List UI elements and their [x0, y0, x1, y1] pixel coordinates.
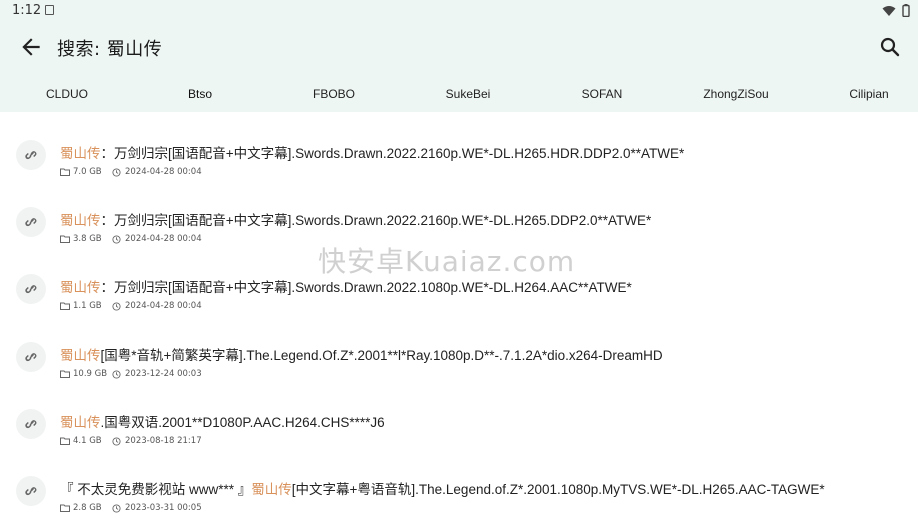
folder-icon: [60, 504, 70, 512]
tab-cilipian[interactable]: Cilipian: [849, 72, 888, 112]
keyword-highlight: 蜀山传: [251, 482, 292, 497]
result-meta: 4.1 GB 2023-08-18 21:17: [60, 436, 202, 446]
link-icon: [16, 342, 46, 372]
clock-icon: [112, 503, 121, 513]
list-item[interactable]: 蜀山传.国粤双语.2001**D1080P.AAC.H264.CHS****J6…: [0, 391, 918, 458]
tab-fbobo[interactable]: FBOBO: [313, 72, 355, 112]
result-meta: 10.9 GB 2023-12-24 00:03: [60, 369, 202, 379]
result-title: 蜀山传：万剑归宗[国语配音+中文字幕].Swords.Drawn.2022.10…: [60, 280, 632, 295]
keyword-highlight: 蜀山传: [60, 348, 101, 363]
keyword-highlight: 蜀山传: [60, 213, 101, 228]
result-title: 蜀山传：万剑归宗[国语配音+中文字幕].Swords.Drawn.2022.21…: [60, 146, 685, 161]
source-tabs: CLDUO Btso FBOBO SukeBei SOFAN ZhongZiSo…: [0, 72, 918, 112]
file-size: 4.1 GB: [73, 436, 102, 446]
upload-date: 2024-04-28 00:04: [125, 301, 202, 311]
upload-date: 2023-03-31 00:05: [125, 503, 202, 513]
link-icon: [16, 140, 46, 170]
clock-icon: [112, 369, 121, 379]
result-title: 蜀山传[国粤*音轨+简繁英字幕].The.Legend.Of.Z*.2001**…: [60, 348, 663, 363]
result-meta: 3.8 GB 2024-04-28 00:04: [60, 234, 202, 244]
tab-sukebei[interactable]: SukeBei: [446, 72, 491, 112]
upload-date: 2024-04-28 00:04: [125, 234, 202, 244]
file-size: 1.1 GB: [73, 301, 102, 311]
status-bar: 1:12: [0, 0, 918, 22]
file-size: 3.8 GB: [73, 234, 102, 244]
result-title: 『 不太灵免费影视站 www*** 』蜀山传[中文字幕+粤语音轨].The.Le…: [60, 482, 825, 497]
clock-icon: [112, 234, 121, 244]
list-item[interactable]: 蜀山传[国粤*音轨+简繁英字幕].The.Legend.Of.Z*.2001**…: [0, 324, 918, 391]
battery-icon: [902, 4, 910, 17]
tab-zhongzisou[interactable]: ZhongZiSou: [703, 72, 768, 112]
list-item[interactable]: 蜀山传：万剑归宗[国语配音+中文字幕].Swords.Drawn.2022.10…: [0, 256, 918, 323]
file-size: 7.0 GB: [73, 167, 102, 177]
result-title: 蜀山传：万剑归宗[国语配音+中文字幕].Swords.Drawn.2022.21…: [60, 213, 652, 228]
upload-date: 2023-12-24 00:03: [125, 369, 202, 379]
list-item[interactable]: 蜀山传：万剑归宗[国语配音+中文字幕].Swords.Drawn.2022.21…: [0, 189, 918, 256]
clock-icon: [112, 167, 121, 177]
folder-icon: [60, 168, 70, 176]
folder-icon: [60, 370, 70, 378]
link-icon: [16, 476, 46, 506]
result-title: 蜀山传.国粤双语.2001**D1080P.AAC.H264.CHS****J6: [60, 415, 385, 430]
result-meta: 2.8 GB 2023-03-31 00:05: [60, 503, 202, 513]
result-meta: 7.0 GB 2024-04-28 00:04: [60, 167, 202, 177]
page-title: 搜索: 蜀山传: [57, 39, 163, 60]
clock-icon: [112, 436, 121, 446]
wifi-icon: [882, 5, 896, 16]
clock-icon: [112, 301, 121, 311]
keyword-highlight: 蜀山传: [60, 280, 101, 295]
upload-date: 2024-04-28 00:04: [125, 167, 202, 177]
link-icon: [16, 409, 46, 439]
upload-date: 2023-08-18 21:17: [125, 436, 202, 446]
file-size: 10.9 GB: [73, 369, 108, 379]
notification-icon: [45, 5, 54, 15]
back-arrow-icon[interactable]: [18, 34, 44, 60]
keyword-highlight: 蜀山传: [60, 146, 101, 161]
status-time: 1:12: [12, 3, 42, 18]
link-icon: [16, 207, 46, 237]
result-meta: 1.1 GB 2024-04-28 00:04: [60, 301, 202, 311]
folder-icon: [60, 235, 70, 243]
folder-icon: [60, 437, 70, 445]
app-bar: 搜索: 蜀山传: [0, 22, 918, 72]
list-item[interactable]: 『 不太灵免费影视站 www*** 』蜀山传[中文字幕+粤语音轨].The.Le…: [0, 458, 918, 525]
folder-icon: [60, 302, 70, 310]
tab-sofan[interactable]: SOFAN: [582, 72, 623, 112]
search-icon[interactable]: [878, 35, 902, 59]
list-item[interactable]: 蜀山传：万剑归宗[国语配音+中文字幕].Swords.Drawn.2022.21…: [0, 122, 918, 189]
status-icons: [882, 4, 910, 17]
tab-btso[interactable]: Btso: [188, 72, 212, 112]
tab-clduo[interactable]: CLDUO: [46, 72, 88, 112]
keyword-highlight: 蜀山传: [60, 415, 101, 430]
link-icon: [16, 274, 46, 304]
file-size: 2.8 GB: [73, 503, 102, 513]
